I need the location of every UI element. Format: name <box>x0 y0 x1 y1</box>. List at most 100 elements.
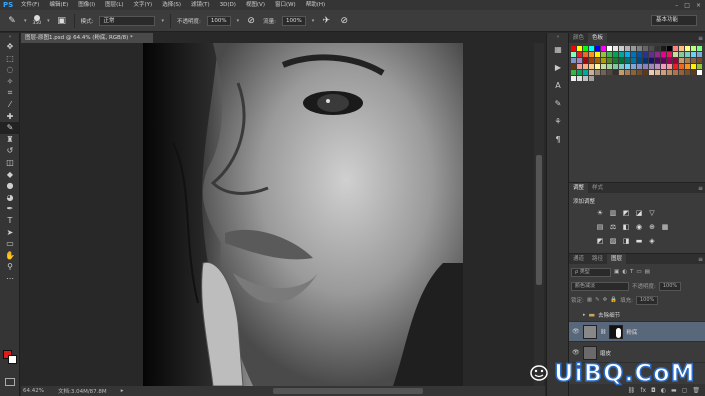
color-swatch[interactable] <box>631 46 636 51</box>
brush-panel-icon[interactable]: ▣ <box>56 15 68 27</box>
portrait-photo[interactable] <box>143 43 463 386</box>
layer-filter-select[interactable]: ρ 类型 <box>571 267 611 277</box>
color-swatch[interactable] <box>673 46 678 51</box>
color-swatch[interactable] <box>595 64 600 69</box>
tab-swatches[interactable]: 色板 <box>588 33 608 43</box>
lock-paint-icon[interactable]: ✎ <box>595 297 600 303</box>
vertical-scroll-thumb[interactable] <box>536 155 542 285</box>
photo-filter-icon[interactable]: ◉ <box>634 222 644 232</box>
color-swatch[interactable] <box>685 52 690 57</box>
color-swatch[interactable] <box>583 64 588 69</box>
menu-window[interactable]: 窗口(W) <box>270 0 301 10</box>
filter-adjustment-icon[interactable]: ◐ <box>622 269 627 275</box>
color-swatch[interactable] <box>691 70 696 75</box>
color-swatch[interactable] <box>685 58 690 63</box>
color-swatch[interactable] <box>583 46 588 51</box>
color-swatch[interactable] <box>643 64 648 69</box>
filter-smart-icon[interactable]: ▤ <box>645 269 650 275</box>
color-swatch[interactable] <box>631 64 636 69</box>
menu-image[interactable]: 图像(I) <box>73 0 100 10</box>
color-swatch[interactable] <box>625 52 630 57</box>
quick-mask-icon[interactable] <box>5 378 15 386</box>
menu-type[interactable]: 文字(Y) <box>129 0 158 10</box>
color-swatch[interactable] <box>691 58 696 63</box>
close-button[interactable]: × <box>696 2 701 9</box>
color-swatch[interactable] <box>649 52 654 57</box>
color-swatch[interactable] <box>577 70 582 75</box>
pressure-opacity-icon[interactable]: ⊘ <box>245 15 257 27</box>
color-swatch[interactable] <box>679 70 684 75</box>
actions-panel-icon[interactable]: ▶ <box>547 59 569 77</box>
path-select-tool-icon[interactable]: ➤ <box>0 227 20 239</box>
color-swatch[interactable] <box>571 46 576 51</box>
color-swatch[interactable] <box>691 52 696 57</box>
color-swatch[interactable] <box>613 70 618 75</box>
threshold-icon[interactable]: ◨ <box>621 236 631 246</box>
color-swatch[interactable] <box>667 52 672 57</box>
color-swatch[interactable] <box>661 70 666 75</box>
tab-styles[interactable]: 样式 <box>588 183 607 193</box>
color-swatch[interactable] <box>655 58 660 63</box>
color-swatch[interactable] <box>571 70 576 75</box>
color-swatch[interactable] <box>637 64 642 69</box>
tab-paths[interactable]: 路径 <box>588 254 607 264</box>
color-swatch[interactable] <box>589 70 594 75</box>
color-swatch[interactable] <box>637 46 642 51</box>
document-tab[interactable]: 图层-原图1.psd @ 64.4% (粉底, RGB/8) * <box>21 33 153 43</box>
layer-blend-mode[interactable]: 颜色减淡 <box>571 281 629 291</box>
lasso-tool-icon[interactable]: ◌ <box>0 64 20 76</box>
color-swatch[interactable] <box>637 70 642 75</box>
layer-name[interactable]: 粉底 <box>626 328 637 336</box>
filter-shape-icon[interactable]: ▭ <box>636 269 641 275</box>
brightness-contrast-icon[interactable]: ☀ <box>595 208 605 218</box>
invert-icon[interactable]: ◩ <box>595 236 605 246</box>
tab-color[interactable]: 颜色 <box>569 33 588 43</box>
color-swatch[interactable] <box>667 46 672 51</box>
color-swatch[interactable] <box>601 52 606 57</box>
vibrance-icon[interactable]: ▽ <box>647 208 657 218</box>
airbrush-icon[interactable]: ✈ <box>320 15 332 27</box>
vertical-scrollbar[interactable] <box>534 43 544 386</box>
brush-tool-icon[interactable]: ✎ <box>0 122 20 134</box>
background-color-swatch[interactable] <box>8 355 17 364</box>
canvas-area[interactable] <box>21 43 545 386</box>
marquee-tool-icon[interactable]: ⬚ <box>0 53 20 65</box>
tab-adjustments[interactable]: 调整 <box>569 183 589 193</box>
menu-file[interactable]: 文件(F) <box>16 0 44 10</box>
zoom-level[interactable]: 64.42% <box>23 388 44 394</box>
color-swatch[interactable] <box>601 64 606 69</box>
color-swatch[interactable] <box>649 46 654 51</box>
color-swatch[interactable] <box>613 46 618 51</box>
workspace-select[interactable]: 基本功能 <box>651 15 697 26</box>
menu-edit[interactable]: 编辑(E) <box>44 0 73 10</box>
color-swatch[interactable] <box>619 46 624 51</box>
quick-select-tool-icon[interactable]: ✧ <box>0 76 20 88</box>
color-swatch[interactable] <box>637 58 642 63</box>
color-swatch[interactable] <box>577 58 582 63</box>
color-swatch[interactable] <box>673 58 678 63</box>
color-swatch[interactable] <box>691 46 696 51</box>
layer-opacity-field[interactable]: 100% <box>658 281 682 291</box>
opacity-dropdown[interactable]: ▾ <box>237 18 240 24</box>
color-swatch[interactable] <box>571 58 576 63</box>
color-swatch[interactable] <box>607 70 612 75</box>
color-swatch[interactable] <box>619 52 624 57</box>
tab-layers[interactable]: 图层 <box>607 254 627 264</box>
menu-select[interactable]: 选择(S) <box>157 0 186 10</box>
color-swatch[interactable] <box>601 58 606 63</box>
layer-mask-thumbnail[interactable] <box>609 324 624 339</box>
rectangle-tool-icon[interactable]: ▭ <box>0 238 20 250</box>
paint-bucket-tool-icon[interactable]: ◆ <box>0 169 20 181</box>
color-swatch[interactable] <box>661 58 666 63</box>
color-swatch[interactable] <box>625 70 630 75</box>
exposure-icon[interactable]: ◪ <box>634 208 644 218</box>
color-swatch[interactable] <box>631 52 636 57</box>
history-panel-icon[interactable]: ▦ <box>547 41 569 59</box>
color-swatch[interactable] <box>661 46 666 51</box>
status-arrow-icon[interactable]: ▸ <box>121 388 124 394</box>
color-swatch[interactable] <box>667 70 672 75</box>
brush-panel-icon[interactable]: ✎ <box>547 95 569 113</box>
lock-all-icon[interactable]: 🔒 <box>610 297 617 303</box>
black-white-icon[interactable]: ◧ <box>621 222 631 232</box>
filter-type-icon[interactable]: T <box>630 269 633 275</box>
